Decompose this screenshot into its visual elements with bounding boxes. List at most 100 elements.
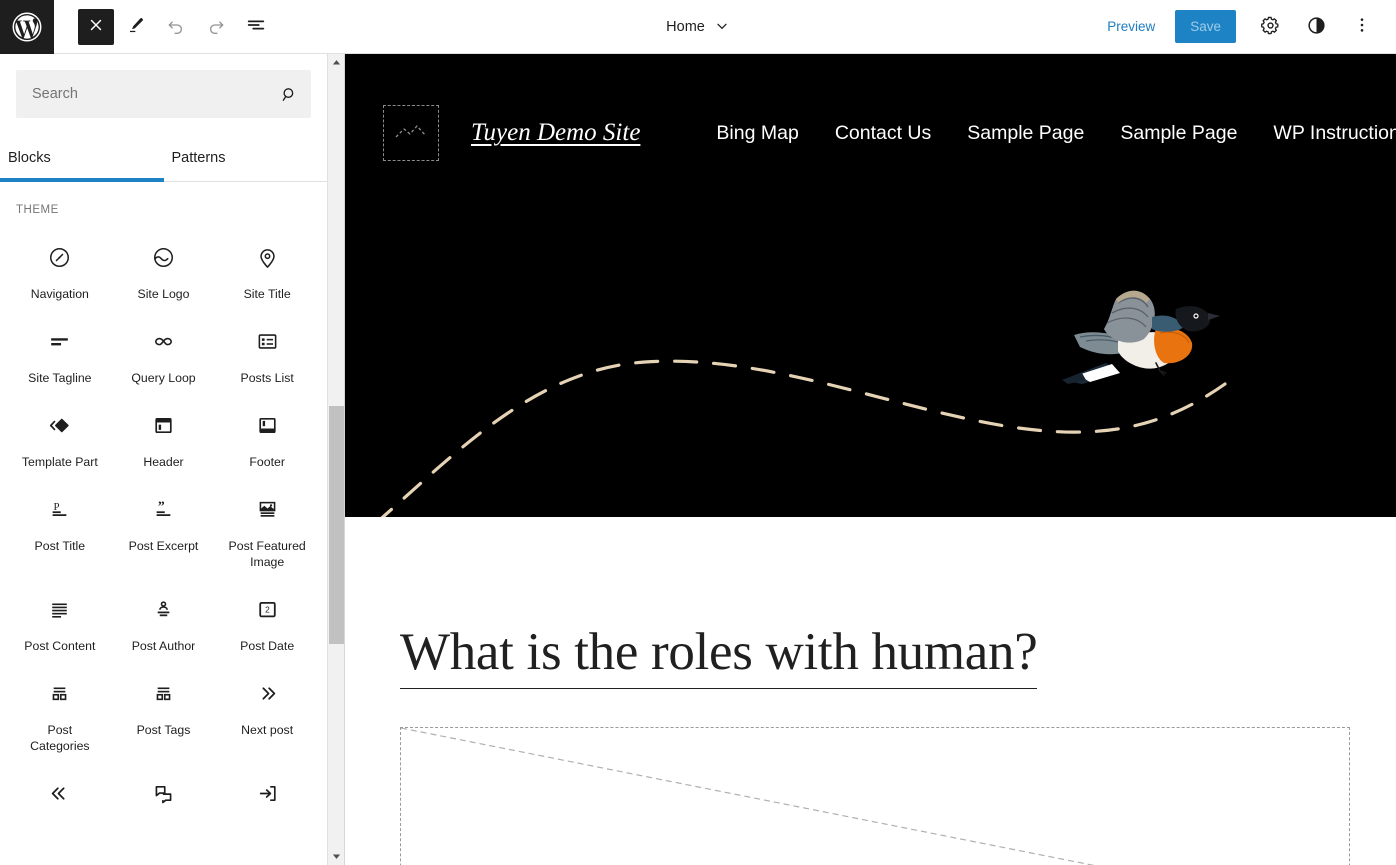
save-button[interactable]: Save — [1175, 10, 1236, 43]
image-placeholder-icon — [393, 121, 429, 146]
block-item-post-content[interactable]: Post Content — [8, 580, 112, 664]
navigation-compass-icon — [47, 242, 72, 272]
redo-arrow-icon — [206, 15, 226, 38]
block-item-query-loop[interactable]: Query Loop — [112, 312, 216, 396]
list-view-icon — [245, 14, 267, 39]
post-excerpt-quote-icon: ” — [151, 494, 176, 524]
svg-text:P: P — [54, 500, 60, 512]
block-item-post-excerpt[interactable]: ” Post Excerpt — [112, 480, 216, 580]
search-box[interactable] — [16, 70, 311, 118]
block-item-header[interactable]: Header — [112, 396, 216, 480]
styles-button[interactable] — [1298, 9, 1334, 45]
block-label: Site Logo — [137, 287, 190, 301]
tab-blocks[interactable]: Blocks — [0, 134, 164, 182]
block-label: Posts List — [240, 371, 294, 385]
three-dots-vertical-icon — [1352, 15, 1372, 38]
nav-item-sample-page-2[interactable]: Sample Page — [1120, 122, 1237, 145]
editor-top-bar: Home Preview Save — [0, 0, 1396, 54]
close-x-icon — [87, 16, 105, 37]
more-options-button[interactable] — [1344, 9, 1380, 45]
contrast-half-circle-icon — [1306, 15, 1327, 39]
block-label: Query Loop — [131, 371, 196, 385]
redo-button[interactable] — [198, 9, 234, 45]
site-tagline-lines-icon — [47, 326, 72, 356]
block-label: Post Categories — [30, 723, 90, 753]
block-label: Template Part — [21, 455, 98, 469]
block-item-navigation[interactable]: Navigation — [8, 228, 112, 312]
block-label: Post Content — [24, 639, 96, 653]
template-part-diamond-icon — [47, 410, 72, 440]
preview-button[interactable]: Preview — [1095, 11, 1167, 42]
nav-item-contact-us[interactable]: Contact Us — [835, 122, 931, 145]
search-input[interactable] — [16, 70, 267, 118]
post-featured-image-icon — [255, 494, 280, 524]
post-title-p-icon: P — [47, 494, 72, 524]
post-tags-icon — [151, 678, 176, 708]
post-featured-image-block[interactable] — [400, 727, 1350, 865]
posts-list-icon — [255, 326, 280, 356]
flying-bird-image — [1062, 290, 1220, 384]
comments-bubbles-icon — [151, 778, 176, 808]
block-label: Site Tagline — [28, 371, 92, 385]
block-item-site-title[interactable]: Site Title — [215, 228, 319, 312]
site-navigation-block[interactable]: Bing Map Contact Us Sample Page Sample P… — [716, 122, 1396, 145]
edit-mode-button[interactable] — [118, 9, 154, 45]
next-post-chevrons-icon — [255, 678, 280, 708]
block-label: Post Title — [34, 539, 86, 553]
block-item-site-logo[interactable]: Site Logo — [112, 228, 216, 312]
block-item-footer[interactable]: Footer — [215, 396, 319, 480]
block-item-comments[interactable] — [112, 764, 216, 832]
close-button[interactable] — [78, 8, 114, 45]
section-heading-theme: THEME — [16, 204, 59, 216]
block-inserter-panel: Blocks Patterns THEME Navigation Site — [0, 54, 328, 865]
block-item-site-tagline[interactable]: Site Tagline — [8, 312, 112, 396]
site-title-block[interactable]: Tuyen Demo Site — [471, 119, 640, 147]
block-item-post-tags[interactable]: Post Tags — [112, 664, 216, 764]
block-label: Header — [143, 455, 184, 469]
nav-item-wp-instruction[interactable]: WP Instruction — [1273, 122, 1396, 145]
block-item-posts-list[interactable]: Posts List — [215, 312, 319, 396]
nav-item-bing-map[interactable]: Bing Map — [716, 122, 798, 145]
placeholder-diagonal-line — [401, 728, 1095, 865]
search-magnifier-icon[interactable] — [267, 70, 311, 118]
block-item-post-title[interactable]: P Post Title — [8, 480, 112, 580]
block-item-post-date[interactable]: 2 Post Date — [215, 580, 319, 664]
block-item-next-post[interactable]: Next post — [215, 664, 319, 764]
block-label: Footer — [249, 455, 285, 469]
map-pin-icon — [255, 242, 280, 272]
undo-button[interactable] — [158, 9, 194, 45]
query-loop-infinity-icon — [151, 326, 176, 356]
scroll-down-arrow-icon[interactable] — [328, 848, 345, 865]
footer-layout-icon — [255, 410, 280, 440]
document-title-button[interactable]: Home — [658, 12, 738, 43]
inserter-scrollbar[interactable] — [328, 54, 345, 865]
scroll-up-arrow-icon[interactable] — [328, 54, 345, 71]
svg-text:2: 2 — [265, 604, 270, 614]
block-label: Site Title — [243, 287, 291, 301]
block-item-login[interactable] — [215, 764, 319, 832]
block-label: Post Tags — [136, 723, 191, 737]
site-header-template-part[interactable]: Tuyen Demo Site Bing Map Contact Us Samp… — [345, 54, 1396, 517]
block-grid: Navigation Site Logo Site Title Site Tag… — [0, 216, 327, 832]
wordpress-logo-icon — [11, 11, 43, 43]
wordpress-logo-button[interactable] — [0, 0, 54, 54]
editor-canvas: Tuyen Demo Site Bing Map Contact Us Samp… — [345, 54, 1396, 865]
settings-button[interactable] — [1252, 9, 1288, 45]
tab-patterns[interactable]: Patterns — [164, 134, 328, 181]
list-view-button[interactable] — [238, 9, 274, 45]
scrollbar-thumb[interactable] — [329, 406, 344, 644]
post-content-lines-icon — [47, 594, 72, 624]
block-item-template-part[interactable]: Template Part — [8, 396, 112, 480]
block-label: Post Author — [131, 639, 196, 653]
block-item-previous-post[interactable] — [8, 764, 112, 832]
site-logo-block[interactable] — [383, 105, 439, 161]
block-item-post-author[interactable]: Post Author — [112, 580, 216, 664]
nav-item-sample-page-1[interactable]: Sample Page — [967, 122, 1084, 145]
block-label: Next post — [241, 723, 294, 737]
block-item-post-featured-image[interactable]: Post Featured Image — [215, 480, 319, 580]
block-label: Navigation — [30, 287, 89, 301]
top-bar-right-tools: Preview Save — [1095, 9, 1396, 45]
block-label: Post Featured Image — [228, 539, 306, 569]
block-item-post-categories[interactable]: Post Categories — [8, 664, 112, 764]
post-title-block[interactable]: What is the roles with human? — [400, 622, 1038, 689]
